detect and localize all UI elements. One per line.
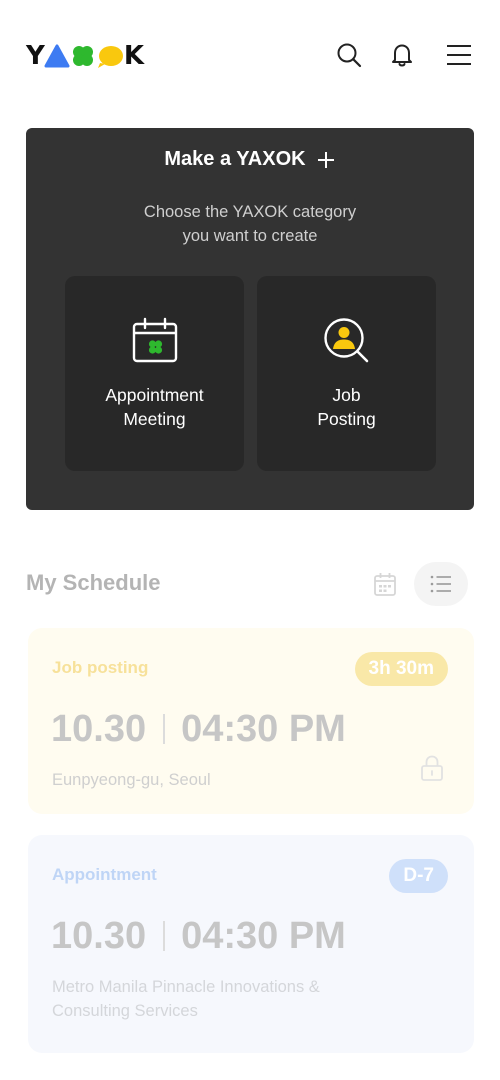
subtitle-line-2: you want to create xyxy=(182,227,318,245)
location-line-1: Metro Manila Pinnacle Innovations & xyxy=(52,978,320,996)
job-posting-option[interactable]: Job Posting xyxy=(257,276,436,471)
menu-button[interactable] xyxy=(444,40,474,70)
option-label-line-1: Job xyxy=(332,385,361,405)
calendar-clover-icon xyxy=(132,317,177,363)
appointment-meeting-option[interactable]: Appointment Meeting xyxy=(65,276,244,471)
top-header: Y K xyxy=(0,0,500,112)
card-datetime: 10.30 04:30 PM xyxy=(51,706,346,752)
logo-triangle-icon xyxy=(44,44,70,68)
location-line-2: Consulting Services xyxy=(52,1002,198,1020)
card-location: Metro Manila Pinnacle Innovations & Cons… xyxy=(52,975,382,1023)
appointment-option-label: Appointment Meeting xyxy=(65,383,244,431)
d-day-badge: D-7 xyxy=(389,859,448,893)
plus-icon xyxy=(317,151,334,168)
search-icon xyxy=(337,43,362,68)
datetime-divider xyxy=(163,921,166,951)
card-date: 10.30 xyxy=(51,914,147,957)
yaxok-logo[interactable]: Y K xyxy=(26,41,144,71)
page: Y K Make a YAXOK Choose the YAXOK catego… xyxy=(0,0,500,1080)
location-line-1: Eunpyeong-gu, Seoul xyxy=(52,771,211,789)
bell-icon xyxy=(392,44,412,67)
make-yaxok-subtitle: Choose the YAXOK category you want to cr… xyxy=(0,200,500,248)
option-label-line-2: Meeting xyxy=(123,409,186,429)
hamburger-menu-icon xyxy=(447,45,471,65)
time-remaining-badge: 3h 30m xyxy=(354,652,448,686)
list-icon xyxy=(430,575,451,593)
calendar-view-button[interactable] xyxy=(372,570,398,598)
logo-letter-k: K xyxy=(123,41,144,71)
schedule-card-appointment[interactable]: Appointment D-7 10.30 04:30 PM Metro Man… xyxy=(28,835,474,1053)
make-yaxok-title-row[interactable]: Make a YAXOK xyxy=(0,148,500,171)
notifications-button[interactable] xyxy=(387,40,417,70)
lock-icon xyxy=(421,755,443,781)
search-button[interactable] xyxy=(334,40,364,70)
schedule-card-job-posting[interactable]: Job posting 3h 30m 10.30 04:30 PM Eunpye… xyxy=(28,628,474,814)
job-option-label: Job Posting xyxy=(257,383,436,431)
list-view-button[interactable] xyxy=(414,562,468,606)
card-datetime: 10.30 04:30 PM xyxy=(51,913,346,959)
make-yaxok-title: Make a YAXOK xyxy=(164,148,306,170)
datetime-divider xyxy=(163,714,166,744)
logo-speech-bubble-icon xyxy=(97,46,123,68)
logo-letter-y: Y xyxy=(26,41,45,71)
subtitle-line-1: Choose the YAXOK category xyxy=(143,203,357,221)
card-time: 04:30 PM xyxy=(181,914,346,957)
card-category: Job posting xyxy=(52,658,149,677)
search-person-icon xyxy=(323,318,368,363)
logo-clover-icon xyxy=(72,46,93,66)
option-label-line-1: Appointment xyxy=(105,385,204,405)
card-location: Eunpyeong-gu, Seoul xyxy=(52,768,352,792)
calendar-icon xyxy=(374,573,396,596)
option-label-line-2: Posting xyxy=(317,409,376,429)
card-category: Appointment xyxy=(52,865,157,884)
card-time: 04:30 PM xyxy=(181,707,346,750)
card-date: 10.30 xyxy=(51,707,147,750)
my-schedule-title: My Schedule xyxy=(26,570,161,595)
